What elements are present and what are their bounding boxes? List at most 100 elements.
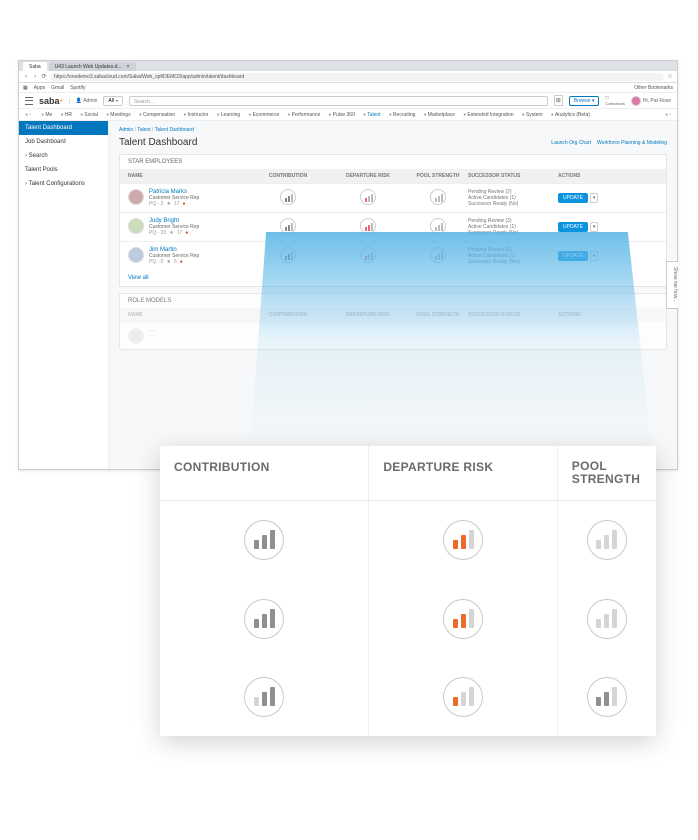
nav-me[interactable]: Me [39,112,54,118]
update-button[interactable]: UPDATE [558,251,588,261]
nav-scroll-right-icon[interactable]: › [663,112,673,118]
forward-icon[interactable]: › [32,74,38,80]
browse-button[interactable]: Browse ▾ [569,96,600,106]
address-url: https://onedemo3.sabacloud.com/Saba/Web_… [54,74,244,80]
main-content: Admin / Talent / Talent Dashboard Talent… [109,121,677,469]
nav-marketplace[interactable]: Marketplace [421,112,457,118]
nav-scroll-left-icon[interactable]: ‹ [23,112,33,118]
avatar[interactable] [631,96,641,106]
breadcrumb: Admin / Talent / Talent Dashboard [119,127,667,133]
zoom-col-departure-risk: DEPARTURE RISK [368,446,556,500]
sidebar-item-talent-dashboard[interactable]: Talent Dashboard [19,121,108,135]
brand-logo[interactable]: saba✶ [39,96,63,106]
action-dropdown[interactable]: ▾ [590,251,599,261]
contribution-chart-icon [280,189,296,205]
col-contribution: CONTRIBUTION [248,173,328,179]
tab-label: Saba [29,64,41,70]
status-line: Successor Ready (Yes) [468,259,558,265]
bookmarks-label: Apps [34,85,45,91]
col-successor-status: SUCCESSOR STATUS [468,173,558,179]
nav-instructor[interactable]: Instructor [181,112,210,118]
show-me-how-tab[interactable]: Show me how... [666,261,678,309]
nav-compensation[interactable]: Compensation [137,112,178,118]
nav-ext-integration[interactable]: Extended Integration [461,112,516,118]
nav-recruiting[interactable]: Recruiting [387,112,418,118]
browser-tab[interactable]: Saba [23,62,47,71]
col-successor-status: SUCCESSOR STATUS [468,312,558,318]
browser-tab[interactable]: U43 Launch Web Updates.d...× [49,62,136,71]
bookmarks-bar: ▦ Apps Gmail Spotify Other Bookmarks [19,83,677,93]
admin-label[interactable]: 👤 Admin [69,98,98,104]
nav-social[interactable]: Social [78,112,100,118]
avatar[interactable] [128,189,144,205]
nav-learning[interactable]: Learning [214,112,242,118]
search-scope-select[interactable]: All [103,96,123,106]
employee-name-link[interactable]: — [149,328,155,334]
update-button[interactable]: UPDATE [558,222,588,232]
back-icon[interactable]: ‹ [23,74,29,80]
nav-analytics[interactable]: Analytics (Beta) [549,112,592,118]
update-button[interactable]: UPDATE [558,193,588,203]
breadcrumb-link[interactable]: Admin [119,127,133,133]
avatar[interactable] [128,247,144,263]
workforce-planning-link[interactable]: Workforce Planning & Modeling [597,140,667,146]
apps-icon[interactable]: ▦ [23,85,28,91]
sidebar-item-talent-pools[interactable]: Talent Pools [19,163,108,177]
app-header: saba✶ 👤 Admin All Search... ⊞ Browse ▾ □… [19,93,677,109]
action-dropdown[interactable]: ▾ [590,193,599,203]
table-header: NAME CONTRIBUTION DEPARTURE RISK POOL ST… [120,308,666,322]
rating-value: 17 [177,230,183,236]
zoom-col [557,501,656,736]
sidebar: Talent Dashboard Job Dashboard Search Ta… [19,121,109,469]
col-departure-risk: DEPARTURE RISK [328,173,408,179]
pool-strength-chart-icon [430,189,446,205]
nav-hr[interactable]: HR [58,112,74,118]
breadcrumb-current: Talent Dashboard [155,127,194,133]
reload-icon[interactable]: ⟳ [41,74,47,80]
search-input[interactable]: Search... [129,96,548,106]
page-action-links: Launch Org Chart Workforce Planning & Mo… [551,140,667,146]
departure-risk-chart-icon [443,599,483,639]
other-bookmarks[interactable]: Other Bookmarks [634,85,673,91]
star-icon[interactable]: ☆ [667,74,673,80]
page-title: Talent Dashboard [119,137,197,148]
zoom-col-contribution: CONTRIBUTION [160,446,368,500]
col-pool-strength: POOL STRENGTH [408,312,468,318]
panel-title: ROLE MODELS [120,294,666,308]
close-icon[interactable]: × [127,64,130,70]
sidebar-item-search[interactable]: Search [19,149,108,163]
col-name: NAME [128,312,248,318]
panel-title: STAR EMPLOYEES [120,155,666,169]
pool-strength-chart-icon [587,599,627,639]
bookmark-link[interactable]: Gmail [51,85,64,91]
avatar[interactable] [128,328,144,344]
sidebar-item-talent-config[interactable]: Talent Configurations [19,177,108,191]
pool-strength-chart-icon [587,520,627,560]
contribution-chart-icon [244,599,284,639]
collections-icon[interactable]: □Collections [605,95,625,107]
table-row: Judy Bright Customer Service Rep PQ - 20… [120,212,666,241]
view-all-link[interactable]: View all [120,270,666,286]
action-dropdown[interactable]: ▾ [590,222,599,232]
nav-system[interactable]: System [520,112,545,118]
qr-icon[interactable]: ⊞ [554,95,563,106]
hamburger-icon[interactable] [25,97,33,105]
browser-tabbar: Saba U43 Launch Web Updates.d...× [19,61,677,71]
col-pool-strength: POOL STRENGTH [408,173,468,179]
col-actions: ACTIONS [558,173,618,179]
nav-performance[interactable]: Performance [285,112,322,118]
address-field[interactable]: https://onedemo3.sabacloud.com/Saba/Web_… [50,73,664,81]
sidebar-item-job-dashboard[interactable]: Job Dashboard [19,135,108,149]
collections-label: Collections [605,101,625,106]
nav-talent[interactable]: Talent [361,112,383,118]
bookmark-link[interactable]: Spotify [70,85,85,91]
departure-risk-chart-icon [360,218,376,234]
pq-value: PQ - 0 [149,259,163,265]
avatar[interactable] [128,218,144,234]
nav-ecommerce[interactable]: Ecommerce [246,112,281,118]
launch-org-chart-link[interactable]: Launch Org Chart [551,140,591,146]
user-area: □Collections Hi, Pat Rose [605,95,671,107]
nav-meetings[interactable]: Meetings [104,112,133,118]
breadcrumb-link[interactable]: Talent [137,127,150,133]
nav-pulse360[interactable]: Pulse 360 [326,112,357,118]
